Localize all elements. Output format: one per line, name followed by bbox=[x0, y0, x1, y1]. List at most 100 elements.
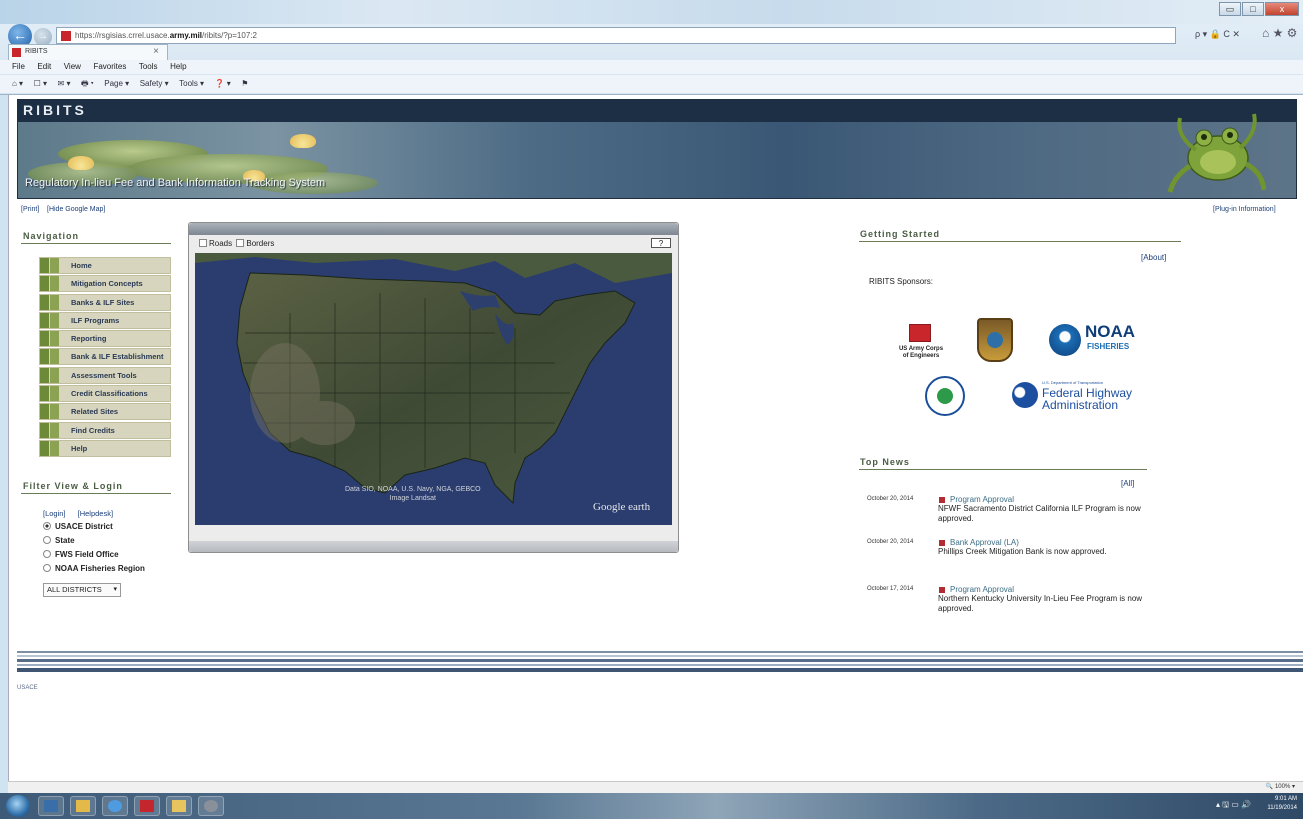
google-map-panel: Roads Borders ? Data SIO, NOAA, U.S. Nav… bbox=[188, 222, 679, 553]
maximize-button[interactable]: □ bbox=[1242, 2, 1264, 16]
start-button-icon[interactable] bbox=[6, 795, 30, 817]
print-icon[interactable]: 🖶 ▾ bbox=[81, 75, 94, 93]
news-title-link[interactable]: Bank Approval (LA) bbox=[950, 538, 1019, 547]
google-earth-map[interactable]: Data SIO, NOAA, U.S. Navy, NGA, GEBCO Im… bbox=[195, 253, 672, 525]
radio-noaa-fisheries-region[interactable]: NOAA Fisheries Region bbox=[43, 564, 145, 573]
top-news-heading: Top News bbox=[860, 457, 910, 467]
nav-item-bank-ilf-establishment[interactable]: Bank & ILF Establishment bbox=[39, 348, 171, 366]
taskbar-app-explorer[interactable] bbox=[70, 796, 96, 816]
nav-item-assessment-tools[interactable]: Assessment Tools bbox=[39, 366, 171, 384]
nav-item-find-credits[interactable]: Find Credits bbox=[39, 421, 171, 439]
ribits-banner: RIBITS Regulatory In-lieu Fee and Bank I… bbox=[17, 99, 1297, 199]
window-buttons: ▭ □ x bbox=[1218, 2, 1299, 16]
news-date: October 20, 2014 bbox=[867, 539, 914, 545]
zoom-level[interactable]: 🔍 100% ▾ bbox=[1266, 783, 1295, 790]
map-help-button[interactable]: ? bbox=[651, 238, 671, 248]
close-button[interactable]: x bbox=[1265, 2, 1299, 16]
nav-item-credit-classifications[interactable]: Credit Classifications bbox=[39, 385, 171, 403]
news-date: October 20, 2014 bbox=[867, 496, 914, 502]
taskbar-app-ie[interactable] bbox=[102, 796, 128, 816]
noaa-logo[interactable]: NOAA FISHERIES bbox=[1049, 322, 1144, 358]
menu-favorites[interactable]: Favorites bbox=[93, 60, 126, 74]
research-icon[interactable]: ⚑ bbox=[241, 75, 248, 93]
map-panel-footer bbox=[189, 541, 678, 552]
browser-tab-ribits[interactable]: RIBITS × bbox=[8, 44, 168, 60]
news-date: October 17, 2014 bbox=[867, 586, 914, 592]
nav-item-home[interactable]: Home bbox=[39, 257, 171, 274]
nav-item-reporting[interactable]: Reporting bbox=[39, 330, 171, 348]
tab-close-icon[interactable]: × bbox=[153, 46, 159, 57]
map-layer-controls: Roads Borders bbox=[199, 239, 274, 248]
roads-checkbox[interactable] bbox=[199, 239, 207, 247]
nav-item-label: Related Sites bbox=[71, 407, 119, 417]
usace-logo[interactable]: US Army Corps of Engineers bbox=[891, 324, 951, 364]
home-favorites-settings-icons[interactable]: ⌂ ★ ⚙ bbox=[1262, 26, 1297, 40]
nav-item-banks-ilf-sites[interactable]: Banks & ILF Sites bbox=[39, 293, 171, 311]
filter-heading-rule bbox=[21, 493, 171, 494]
banner-title-strip: RIBITS bbox=[18, 100, 1296, 122]
menu-file[interactable]: File bbox=[12, 60, 25, 74]
tab-favicon-icon bbox=[12, 48, 21, 57]
news-title-link[interactable]: Program Approval bbox=[950, 585, 1014, 594]
menu-view[interactable]: View bbox=[64, 60, 81, 74]
menu-help[interactable]: Help bbox=[170, 60, 186, 74]
tools-menu[interactable]: Tools ▾ bbox=[179, 75, 204, 93]
map-attribution-line: Image Landsat bbox=[389, 495, 436, 502]
footer-stripe bbox=[17, 664, 1303, 666]
address-bar[interactable]: https://rsgisias.crrel.usace.army.mil/ri… bbox=[56, 27, 1176, 44]
radio-label: NOAA Fisheries Region bbox=[55, 564, 145, 573]
home-icon[interactable]: ⌂ ▾ bbox=[12, 75, 23, 93]
filter-heading: Filter View & Login bbox=[23, 481, 123, 491]
google-earth-logo: Google earth bbox=[593, 501, 651, 513]
radio-button[interactable] bbox=[43, 564, 51, 572]
all-news-link[interactable]: [All] bbox=[1121, 479, 1134, 488]
fws-logo[interactable] bbox=[977, 318, 1013, 362]
print-link[interactable]: [Print] bbox=[21, 206, 39, 213]
feeds-icon[interactable]: ☐ ▾ bbox=[34, 75, 47, 93]
taskbar-app-files[interactable] bbox=[166, 796, 192, 816]
chevron-down-icon: ▾ bbox=[113, 586, 117, 593]
login-link[interactable]: [Login] bbox=[43, 509, 66, 518]
getting-started-rule bbox=[859, 241, 1181, 242]
radio-fws-field-office[interactable]: FWS Field Office bbox=[43, 550, 119, 559]
news-bullet-icon bbox=[939, 587, 945, 593]
banner-subtitle: Regulatory In-lieu Fee and Bank Informat… bbox=[25, 177, 326, 189]
taskbar-app-tool[interactable] bbox=[198, 796, 224, 816]
radio-button[interactable] bbox=[43, 536, 51, 544]
radio-button[interactable] bbox=[43, 550, 51, 558]
safety-menu[interactable]: Safety ▾ bbox=[140, 75, 169, 93]
taskbar-app-acrobat[interactable] bbox=[134, 796, 160, 816]
system-clock[interactable]: 9:01 AM 11/19/2014 bbox=[1267, 795, 1297, 813]
address-url[interactable]: https://rsgisias.crrel.usace.army.mil/ri… bbox=[75, 31, 257, 40]
news-title-link[interactable]: Program Approval bbox=[950, 495, 1014, 504]
radio-state[interactable]: State bbox=[43, 536, 75, 545]
mail-icon[interactable]: ✉ ▾ bbox=[58, 75, 71, 93]
district-select[interactable]: ALL DISTRICTS ▾ bbox=[43, 583, 121, 597]
help-icon[interactable]: ❓ ▾ bbox=[215, 75, 231, 93]
radio-usace-district[interactable]: USACE District bbox=[43, 522, 113, 531]
browser-status-bar: 🔍 100% ▾ bbox=[8, 781, 1303, 793]
address-tools-icons[interactable]: ρ ▾ 🔒 C ✕ bbox=[1195, 29, 1240, 40]
nav-item-ilf-programs[interactable]: ILF Programs bbox=[39, 311, 171, 329]
borders-checkbox[interactable] bbox=[236, 239, 245, 247]
plugin-information-link[interactable]: [Plug-in Information] bbox=[1213, 206, 1276, 213]
menu-edit[interactable]: Edit bbox=[37, 60, 51, 74]
sponsors-label: RIBITS Sponsors: bbox=[869, 277, 934, 286]
nav-item-related-sites[interactable]: Related Sites bbox=[39, 403, 171, 421]
page-viewport: RIBITS Regulatory In-lieu Fee and Bank I… bbox=[8, 95, 1303, 781]
radio-button-selected[interactable] bbox=[43, 522, 51, 530]
nav-item-help[interactable]: Help bbox=[39, 439, 171, 457]
menu-tools[interactable]: Tools bbox=[139, 60, 158, 74]
taskbar-app-media[interactable] bbox=[38, 796, 64, 816]
navigation-heading-rule bbox=[21, 243, 171, 244]
fhwa-logo[interactable]: U.S. Department of Transportation Federa… bbox=[1012, 380, 1142, 416]
nav-item-mitigation-concepts[interactable]: Mitigation Concepts bbox=[39, 275, 171, 293]
hide-google-map-link[interactable]: [Hide Google Map] bbox=[47, 206, 105, 213]
system-tray-icons[interactable]: ▴ 🖫 ▭ 🔊 bbox=[1216, 799, 1251, 813]
about-link[interactable]: [About] bbox=[1141, 253, 1166, 262]
minimize-button[interactable]: ▭ bbox=[1219, 2, 1241, 16]
usace-logo-text: US Army Corps of Engineers bbox=[898, 346, 944, 359]
page-menu[interactable]: Page ▾ bbox=[104, 75, 129, 93]
helpdesk-link[interactable]: [Helpdesk] bbox=[78, 509, 113, 518]
epa-logo[interactable] bbox=[925, 376, 965, 416]
